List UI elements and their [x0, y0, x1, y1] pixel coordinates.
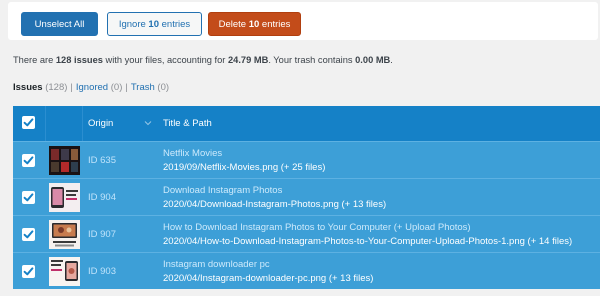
summary-trash-size: 0.00 MB — [355, 55, 391, 65]
row-path: 2020/04/How-to-Download-Instagram-Photos… — [163, 236, 573, 247]
row-title-link[interactable]: Netflix Movies — [163, 148, 222, 159]
summary-size: 24.79 MB — [228, 55, 269, 65]
row-title-link[interactable]: Instagram downloader pc — [163, 259, 270, 270]
delete-suffix: entries — [261, 18, 291, 30]
instagram-download-thumbnail-image — [49, 183, 80, 212]
row-checkbox[interactable] — [22, 228, 35, 241]
column-divider — [82, 106, 83, 141]
filter-issues-count: (128) — [45, 82, 68, 93]
row-title-link[interactable]: How to Download Instagram Photos to Your… — [163, 222, 471, 233]
bulk-actions-toolbar: Unselect All Ignore 10 entries Delete 10… — [8, 2, 598, 40]
filter-ignored-count: (0) — [110, 82, 123, 93]
delete-prefix: Delete — [218, 18, 247, 30]
checkmark-icon — [23, 267, 34, 276]
row-path: 2020/04/Download-Instagram-Photos.png (+… — [163, 199, 387, 210]
summary-part3: . Your trash contains — [268, 55, 356, 65]
ignore-prefix: Ignore — [118, 18, 146, 30]
filter-trash-count: (0) — [157, 82, 170, 93]
sort-caret-icon[interactable] — [144, 119, 152, 127]
row-path: 2020/04/Instagram-downloader-pc.png (+ 1… — [163, 273, 374, 284]
column-divider — [45, 106, 46, 141]
instagram-download-thumbnail[interactable] — [49, 183, 80, 212]
filter-trash[interactable]: Trash (0) — [131, 82, 169, 93]
checkmark-icon — [23, 193, 34, 202]
issues-summary: There are 128 issues with your files, ac… — [13, 55, 393, 65]
ignore-entries-button[interactable]: Ignore 10 entries — [107, 12, 202, 36]
row-id-link[interactable]: ID 635 — [88, 142, 116, 179]
row-checkbox[interactable] — [22, 265, 35, 278]
table-header: Origin Title & Path — [13, 106, 600, 141]
instagram-pc-thumbnail[interactable] — [49, 257, 80, 286]
row-checkbox[interactable] — [22, 191, 35, 204]
summary-part2: with your files, accounting for — [102, 55, 228, 65]
unselect-all-button[interactable]: Unselect All — [21, 12, 98, 36]
instagram-computer-thumbnail[interactable] — [49, 220, 80, 249]
table-row[interactable]: ID 903 Instagram downloader pc 2020/04/I… — [13, 252, 600, 289]
instagram-pc-thumbnail-image — [49, 257, 80, 286]
filter-ignored-label: Ignored — [75, 82, 109, 93]
filter-issues-label: Issues — [13, 82, 43, 93]
checkmark-icon — [23, 156, 34, 165]
table-row[interactable]: ID 904 Download Instagram Photos 2020/04… — [13, 178, 600, 215]
ignore-count: 10 — [148, 18, 159, 30]
filter-trash-label: Trash — [130, 82, 155, 93]
issues-table: Origin Title & Path ID 635 Netflix Movie… — [13, 106, 600, 296]
row-id-link[interactable]: ID 904 — [88, 179, 116, 216]
row-id-link[interactable]: ID 907 — [88, 216, 116, 253]
filter-issues[interactable]: Issues (128) — [13, 82, 67, 93]
issue-filters: Issues (128) | Ignored (0) | Trash (0) — [13, 82, 169, 93]
row-title-link[interactable]: Download Instagram Photos — [163, 185, 282, 196]
filter-ignored[interactable]: Ignored (0) — [76, 82, 123, 93]
unselect-all-label: Unselect All — [34, 18, 85, 30]
checkmark-icon — [23, 118, 34, 127]
summary-part4: . — [390, 55, 393, 65]
netflix-thumbnail-image — [49, 146, 80, 175]
checkmark-icon — [23, 230, 34, 239]
row-checkbox[interactable] — [22, 154, 35, 167]
summary-part1: There are — [13, 55, 56, 65]
summary-issues-count: 128 issues — [55, 55, 103, 65]
filter-separator: | — [70, 82, 73, 93]
table-row[interactable]: ID 635 Netflix Movies 2019/09/Netflix-Mo… — [13, 141, 600, 178]
filter-separator: | — [125, 82, 128, 93]
select-all-checkbox[interactable] — [22, 116, 35, 129]
ignore-suffix: entries — [161, 18, 191, 30]
column-header-origin[interactable]: Origin — [88, 106, 113, 141]
column-header-title-path[interactable]: Title & Path — [163, 106, 212, 141]
instagram-computer-thumbnail-image — [49, 220, 80, 249]
row-id-link[interactable]: ID 903 — [88, 253, 116, 290]
delete-count: 10 — [248, 18, 260, 30]
delete-entries-button[interactable]: Delete 10 entries — [208, 12, 301, 36]
table-row[interactable]: ID 907 How to Download Instagram Photos … — [13, 215, 600, 252]
row-path: 2019/09/Netflix-Movies.png (+ 25 files) — [163, 162, 326, 173]
netflix-thumbnail[interactable] — [49, 146, 80, 175]
